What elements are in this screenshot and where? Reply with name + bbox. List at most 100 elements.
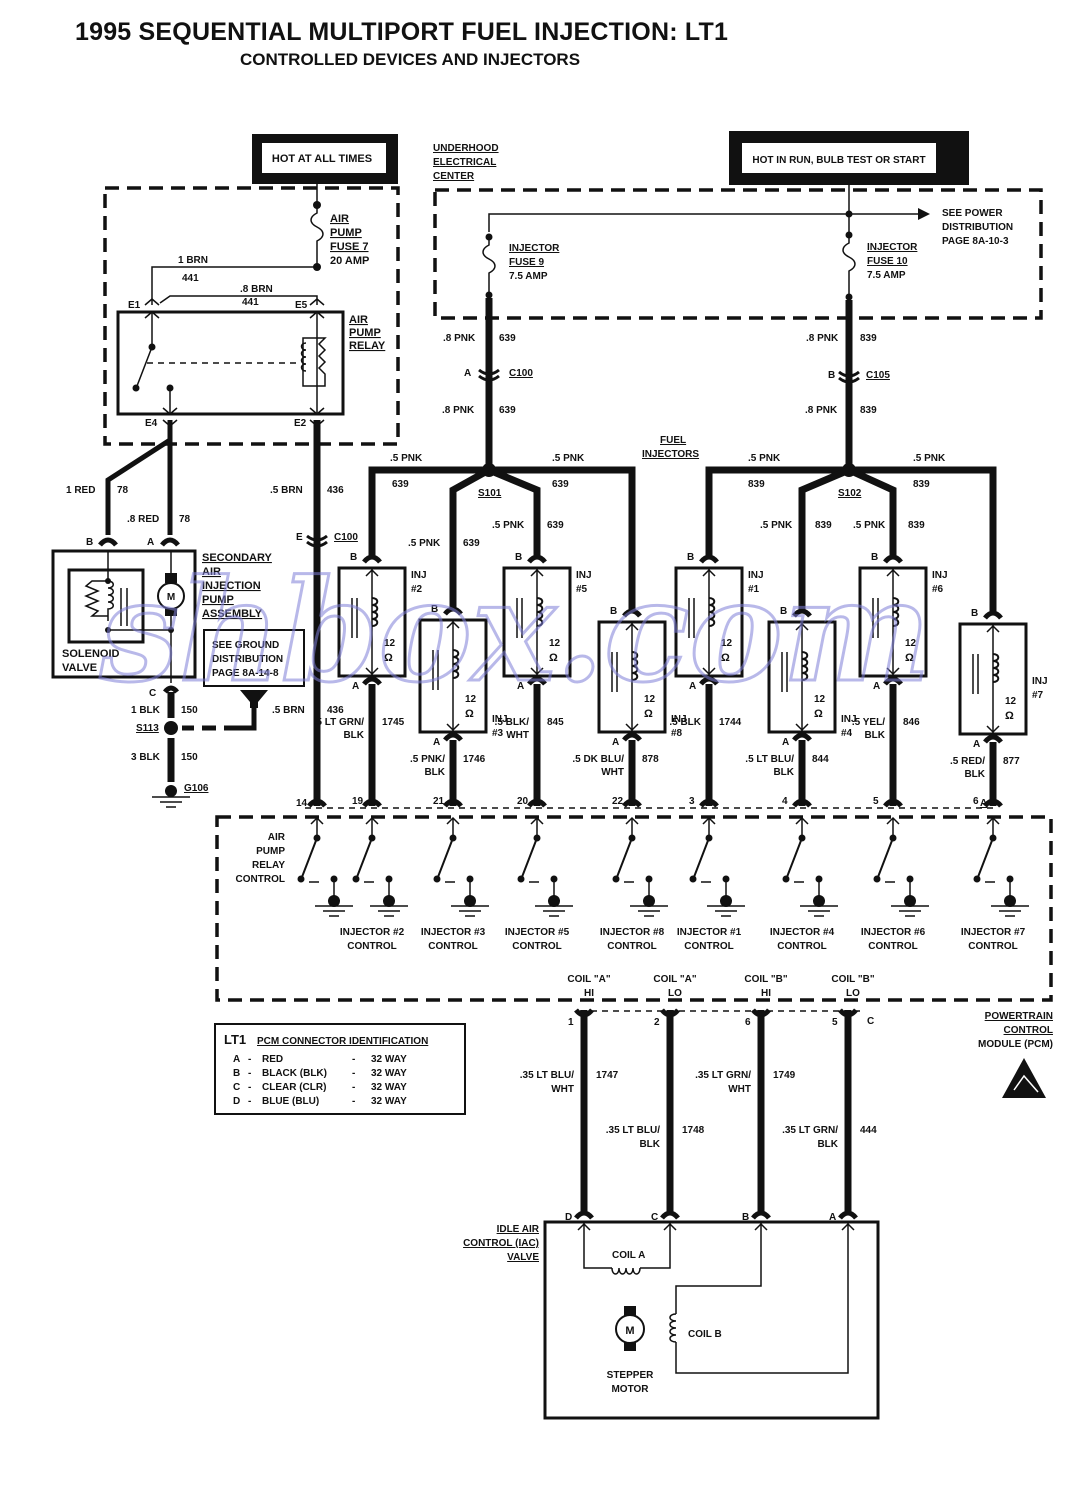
fuse9-label-2: FUSE 9 bbox=[509, 257, 544, 268]
injector-control-label: INJECTOR #8 bbox=[600, 927, 665, 938]
ground-icon bbox=[464, 895, 476, 907]
pcm-driver-switch bbox=[782, 816, 838, 917]
air-pump-fuse-7: AIR PUMP FUSE 7 20 AMP bbox=[310, 184, 369, 271]
pcm-driver-switch bbox=[517, 816, 573, 917]
pcm-driver-switch bbox=[612, 816, 668, 917]
connector-key: C bbox=[233, 1082, 240, 1093]
coil-wire-gauge: .35 LT GRN/ bbox=[695, 1070, 751, 1081]
injector-number: #8 bbox=[671, 728, 683, 739]
pcm-pin: 6 bbox=[745, 1017, 751, 1028]
pcm-pin: 20 bbox=[517, 796, 529, 807]
iac-connector bbox=[838, 1210, 858, 1220]
branch-gauge: .5 PNK bbox=[408, 538, 441, 549]
injector-control-label: INJECTOR #5 bbox=[505, 927, 570, 938]
pcm-enclosure bbox=[215, 815, 1053, 1002]
connector-dash: - bbox=[248, 1096, 251, 1107]
hot-at-all-times-label: HOT AT ALL TIMES bbox=[252, 134, 398, 184]
coil-wire-gauge: BLK bbox=[817, 1139, 838, 1150]
wire-gauge: .5 LT GRN/ bbox=[314, 717, 365, 728]
connector-key: D bbox=[233, 1096, 240, 1107]
relay-control-label-4: CONTROL bbox=[236, 874, 285, 885]
switch-arm bbox=[437, 837, 454, 878]
fuse10-label-1: INJECTOR bbox=[867, 242, 918, 253]
connector-dash: - bbox=[248, 1068, 251, 1079]
hot-at-all-times-text: HOT AT ALL TIMES bbox=[272, 153, 372, 165]
coil-wire-gauge: WHT bbox=[551, 1084, 574, 1095]
wire-a-gauge: .8 RED bbox=[127, 514, 159, 525]
pcm-driver-switch bbox=[433, 816, 489, 917]
pcm-driver-switch bbox=[352, 816, 408, 917]
feed-left-gauge-2: .8 PNK bbox=[442, 405, 475, 416]
pcm-driver-switch bbox=[689, 816, 745, 917]
pcm-pin: 19 bbox=[352, 796, 364, 807]
ground-icon bbox=[904, 895, 916, 907]
ground-icon bbox=[383, 895, 395, 907]
stepper-motor-m: M bbox=[625, 1325, 634, 1337]
feed-left-circuit: 639 bbox=[499, 333, 516, 344]
injector-resistance: 12 bbox=[1005, 696, 1017, 707]
wire-circuit: 846 bbox=[903, 717, 920, 728]
connector-dash: - bbox=[352, 1054, 355, 1065]
feed-right-gauge-2: .8 PNK bbox=[805, 405, 838, 416]
injector-number: #4 bbox=[841, 728, 853, 739]
wire-gauge: WHT bbox=[506, 730, 529, 741]
connector-key: B bbox=[233, 1068, 240, 1079]
connector-id-prefix: LT1 bbox=[224, 1032, 246, 1047]
see-power-2: DISTRIBUTION bbox=[942, 222, 1013, 233]
wire-gauge: BLK bbox=[424, 767, 445, 778]
injector-feed-branch bbox=[487, 466, 541, 556]
coil-label: COIL "B" bbox=[744, 974, 787, 985]
pcm-connector-c-label: C bbox=[867, 1016, 874, 1027]
injector-number: #3 bbox=[492, 728, 504, 739]
connector-key: A bbox=[233, 1054, 240, 1065]
c105-pin-b: B bbox=[828, 370, 835, 381]
pcm-driver-switch bbox=[973, 816, 1029, 917]
pump-pin-a: A bbox=[147, 537, 154, 548]
branch-circuit: 839 bbox=[913, 479, 930, 490]
switch-arm bbox=[786, 837, 803, 878]
ground-icon bbox=[720, 895, 732, 907]
connector-dash: - bbox=[248, 1054, 251, 1065]
iac-connector bbox=[660, 1210, 680, 1220]
injector-control-label: INJECTOR #2 bbox=[340, 927, 405, 938]
fuse7-label-2: PUMP bbox=[330, 227, 362, 239]
connector-id-row: D - BLUE (BLU) -32 WAY bbox=[233, 1096, 407, 1107]
c100-pin-e: E bbox=[296, 532, 303, 543]
switch-arm bbox=[616, 837, 633, 878]
coil-label: LO bbox=[846, 988, 860, 999]
injector-feed-branch bbox=[847, 466, 897, 556]
relay-pin-e2: E2 bbox=[294, 418, 307, 429]
switch-arm bbox=[521, 837, 538, 878]
ground-wire-gauge: 3 BLK bbox=[131, 752, 161, 763]
ground-symbol bbox=[370, 905, 408, 917]
relay-pin-e5: E5 bbox=[295, 300, 308, 311]
pcm-driver-switch bbox=[297, 816, 353, 917]
wire-circuit: 1745 bbox=[382, 717, 405, 728]
connector-dash: - bbox=[352, 1096, 355, 1107]
branch-gauge: .5 PNK bbox=[552, 453, 585, 464]
coil-icon bbox=[992, 653, 1000, 683]
hot-in-run-text: HOT IN RUN, BULB TEST OR START bbox=[752, 155, 925, 166]
injector-control-label: CONTROL bbox=[347, 941, 396, 952]
pcm-label-3: MODULE (PCM) bbox=[978, 1039, 1053, 1050]
splice-s113-label: S113 bbox=[136, 723, 159, 734]
injector-feed-branch bbox=[705, 466, 849, 556]
see-power-1: SEE POWER bbox=[942, 208, 1003, 219]
switch-arm bbox=[301, 837, 318, 878]
relay-control-label-1: AIR bbox=[268, 832, 286, 843]
injector-control-label: CONTROL bbox=[868, 941, 917, 952]
underhood-label-1: UNDERHOOD bbox=[433, 143, 499, 154]
relay-control-label-2: PUMP bbox=[256, 846, 285, 857]
ground-symbol bbox=[451, 905, 489, 917]
stepper-label-1: STEPPER bbox=[607, 1370, 654, 1381]
coil-label: COIL "B" bbox=[831, 974, 874, 985]
coil-label: HI bbox=[761, 988, 771, 999]
pcm-pin: 3 bbox=[689, 796, 695, 807]
pcm-pin: 6 bbox=[973, 796, 979, 807]
wire-gauge: BLK bbox=[343, 730, 364, 741]
connector-dash: - bbox=[352, 1082, 355, 1093]
ground-icon bbox=[813, 895, 825, 907]
pcm-pin: 5 bbox=[832, 1017, 838, 1028]
branch-circuit: 839 bbox=[748, 479, 765, 490]
wire-a-circuit: 78 bbox=[179, 514, 191, 525]
